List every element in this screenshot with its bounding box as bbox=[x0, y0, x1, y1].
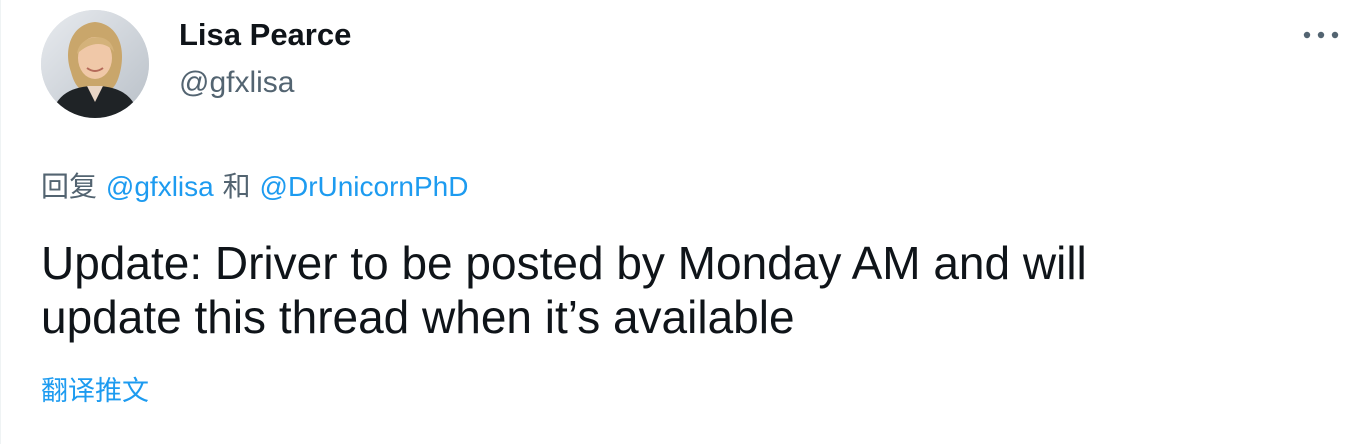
more-horizontal-icon bbox=[1303, 31, 1339, 39]
reply-prefix: 回复 bbox=[41, 170, 98, 203]
mention-link[interactable]: @gfxlisa bbox=[106, 171, 214, 202]
replying-to: 回复 @gfxlisa 和 @DrUnicornPhD bbox=[41, 165, 468, 205]
translate-tweet-link[interactable]: 翻译推文 bbox=[41, 369, 149, 408]
tweet-text: Update: Driver to be posted by Monday AM… bbox=[41, 237, 1087, 343]
avatar[interactable] bbox=[41, 10, 149, 118]
display-name[interactable]: Lisa Pearce bbox=[179, 17, 351, 53]
user-handle[interactable]: @gfxlisa bbox=[179, 66, 295, 100]
reply-separator: 和 bbox=[222, 170, 251, 203]
tweet-card: Lisa Pearce @gfxlisa 回复 @gfxlisa 和 @DrUn… bbox=[0, 0, 1358, 444]
profile-photo-icon bbox=[41, 10, 149, 118]
more-options-button[interactable] bbox=[1297, 18, 1345, 52]
mention-link[interactable]: @DrUnicornPhD bbox=[260, 171, 469, 202]
